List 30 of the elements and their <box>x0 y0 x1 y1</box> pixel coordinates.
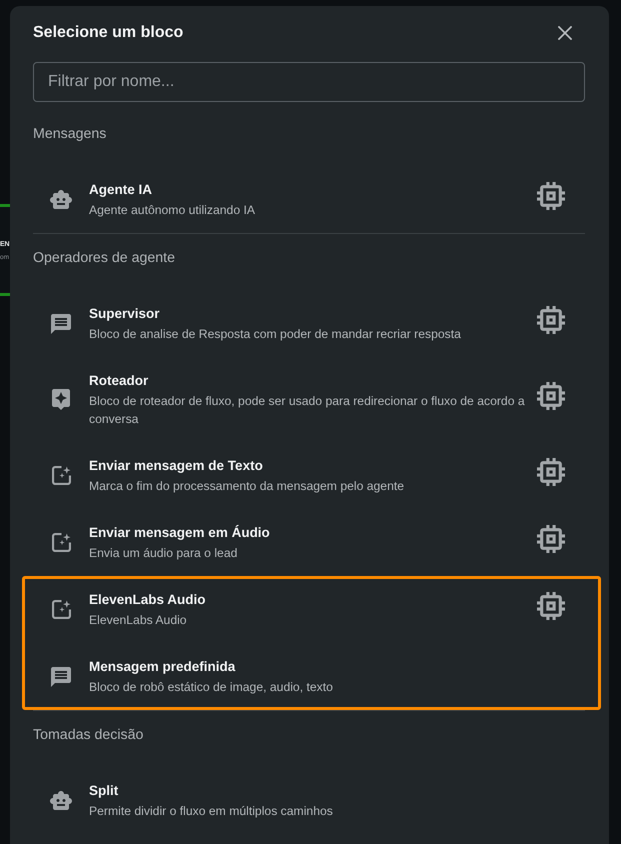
block-description: Permite dividir o fluxo em múltiplos caminhos <box>89 803 333 820</box>
sparkle-square-icon <box>52 466 70 485</box>
chat-sparkle-icon <box>52 389 70 410</box>
block-name[interactable]: Roteador <box>89 371 148 391</box>
block-description: Bloco de roteador de fluxo, pode ser usado para redirecionar o fluxo de acordo a conversa <box>89 393 526 428</box>
chat-bubble-icon <box>51 666 71 686</box>
robot-icon <box>50 190 72 209</box>
block-description: Agente autônomo utilizando IA <box>89 202 256 219</box>
robot-icon <box>50 791 72 810</box>
block-description: ElevenLabs Audio <box>89 612 187 629</box>
block-description: Marca o fim do processamento da mensagem pelo agente <box>89 478 404 495</box>
block-name[interactable]: Mensagem predefinida <box>89 657 236 677</box>
filter-field[interactable]: Filtrar por nome... <box>33 62 585 102</box>
section-heading: Tomadas decisão <box>33 726 144 745</box>
block-name[interactable]: Agente IA <box>89 180 152 200</box>
block-description: Envia um áudio para o lead <box>89 545 238 562</box>
block-name[interactable]: Enviar mensagem de Texto <box>89 456 263 476</box>
block-description: Bloco de analise de Resposta com poder de mandar recriar resposta <box>89 326 461 343</box>
block-name[interactable]: Enviar mensagem em Áudio <box>89 523 270 543</box>
sparkle-square-icon <box>52 600 70 619</box>
chat-bubble-icon <box>51 314 71 334</box>
sparkle-square-icon <box>52 533 70 552</box>
section-heading: Mensagens <box>33 125 108 144</box>
block-name[interactable]: Supervisor <box>89 304 160 324</box>
block-description: Bloco de robô estático de image, audio, texto <box>89 679 333 696</box>
dialog-title: Selecione um bloco <box>33 23 184 43</box>
section-heading: Operadores de agente <box>33 249 176 268</box>
block-name[interactable]: Split <box>89 781 118 801</box>
block-name[interactable]: ElevenLabs Audio <box>89 590 206 610</box>
close-icon <box>558 26 572 40</box>
